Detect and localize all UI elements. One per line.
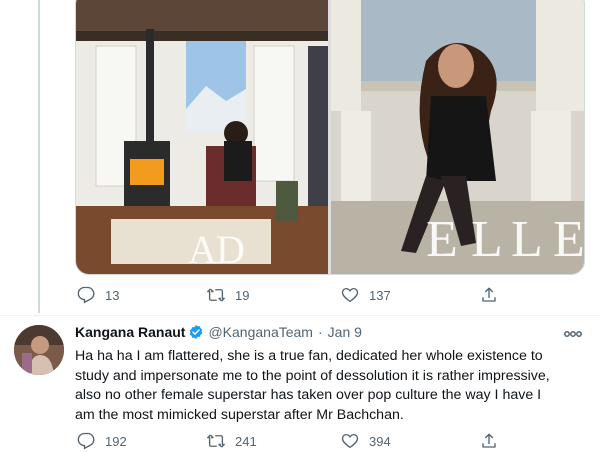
author-name[interactable]: Kangana Ranaut	[75, 324, 185, 340]
heart-icon	[341, 287, 359, 303]
more-options-icon[interactable]	[563, 328, 583, 340]
reply-icon	[77, 286, 95, 304]
svg-text:A: A	[188, 227, 217, 272]
svg-text:E: E	[426, 211, 458, 268]
like-count: 137	[369, 287, 391, 303]
tweet-divider	[0, 315, 600, 316]
retweet-button[interactable]: 241	[207, 432, 257, 450]
share-icon	[482, 433, 496, 448]
tweet-header: Kangana Ranaut @KanganaTeam · Jan 9	[75, 324, 362, 340]
retweet-button[interactable]: 19	[207, 286, 249, 304]
magazine-cover-photo[interactable]: E L L E	[331, 0, 584, 274]
like-count: 394	[369, 433, 391, 449]
tweet-text-line: Ha ha ha I am flattered, she is a true f…	[75, 348, 543, 364]
like-button[interactable]: 394	[341, 432, 391, 450]
header-separator: ·	[317, 324, 323, 340]
tweet-text-line: am the most mimicked superstar after Mr …	[75, 406, 404, 423]
tweet-actions: 192 241 394	[75, 430, 515, 452]
tweet-text-line: also no other female superstar has taken…	[75, 387, 542, 403]
reply-button[interactable]: 192	[77, 432, 127, 450]
verified-badge-icon	[190, 325, 203, 339]
heart-icon	[341, 433, 359, 449]
retweet-count: 241	[235, 433, 257, 449]
retweet-icon	[207, 288, 225, 302]
share-button[interactable]	[480, 432, 498, 450]
reply-count: 13	[105, 287, 120, 303]
author-handle[interactable]: @KanganaTeam	[208, 324, 313, 340]
retweet-icon	[207, 434, 225, 448]
svg-text:L: L	[511, 211, 543, 268]
retweet-count: 19	[235, 287, 250, 303]
svg-text:L: L	[471, 211, 503, 268]
like-button[interactable]: 137	[341, 286, 391, 304]
tweet-text: Ha ha ha I am flattered, she is a true f…	[75, 347, 590, 425]
reply-icon	[77, 432, 95, 450]
tweet-date[interactable]: Jan 9	[328, 324, 362, 340]
previous-tweet-actions: 13 19 137	[75, 284, 515, 306]
living-room-photo[interactable]: A D	[76, 0, 328, 274]
tweet-text-line: study and impersonate me to the point of…	[75, 367, 550, 384]
media-grid: A D E L L E	[75, 0, 585, 275]
share-button[interactable]	[480, 286, 498, 304]
svg-text:D: D	[216, 227, 245, 272]
thread-connector-line	[38, 0, 40, 313]
svg-text:E: E	[553, 211, 584, 268]
reply-count: 192	[105, 433, 127, 449]
reply-button[interactable]: 13	[77, 286, 119, 304]
share-icon	[482, 287, 496, 302]
avatar[interactable]	[14, 325, 64, 375]
